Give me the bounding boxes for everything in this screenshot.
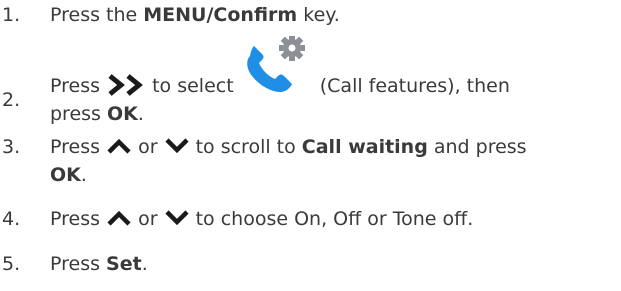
ok-key-label: OK bbox=[106, 103, 138, 125]
step-text-part: and press bbox=[427, 136, 527, 158]
step-text-part: to choose On, Off or Tone off. bbox=[189, 208, 474, 230]
set-key-label: Set bbox=[106, 253, 142, 275]
step-text-part: Press bbox=[50, 136, 107, 158]
step-text-part: . bbox=[141, 253, 148, 275]
step-text-part: to select bbox=[146, 75, 240, 97]
step-text-part: . bbox=[137, 103, 144, 125]
step-text-part: (Call features), then bbox=[313, 75, 510, 97]
step-text-part: . bbox=[80, 164, 87, 186]
step-text-part: Press the bbox=[50, 4, 144, 26]
step-text-part: Press bbox=[50, 75, 107, 97]
step-text-part: or bbox=[132, 208, 164, 230]
step-text-part: Press bbox=[50, 253, 107, 275]
step-text-line2: OK. bbox=[50, 164, 87, 186]
step-text-line2: press OK. bbox=[50, 103, 144, 125]
chevron-down-icon bbox=[164, 137, 190, 155]
step-number: 1. bbox=[2, 4, 21, 26]
menu-confirm-key-label: MENU/Confirm bbox=[143, 4, 298, 26]
step-text-part: key. bbox=[297, 4, 340, 26]
ok-key-label: OK bbox=[50, 164, 81, 186]
call-waiting-label: Call waiting bbox=[301, 136, 428, 158]
step-text: Press or to choose On, Off or Tone off. bbox=[50, 208, 473, 230]
step-text-part: press bbox=[50, 103, 107, 125]
double-chevron-right-icon bbox=[106, 73, 146, 97]
step-number: 3. bbox=[2, 136, 21, 158]
step-number: 4. bbox=[2, 208, 21, 230]
step-text: Press Set. bbox=[50, 253, 148, 275]
step-text: Press or to scroll to Call waiting and p… bbox=[50, 136, 527, 158]
call-features-icon bbox=[240, 35, 314, 94]
step-text: Press the MENU/Confirm key. bbox=[50, 4, 340, 26]
chevron-up-icon bbox=[106, 209, 132, 227]
chevron-up-icon bbox=[106, 137, 132, 155]
step-text-part: to scroll to bbox=[189, 136, 302, 158]
step-text: Press to select (Call features), then bbox=[50, 35, 510, 97]
step-text-part: or bbox=[132, 136, 164, 158]
step-text-part: Press bbox=[50, 208, 107, 230]
step-number: 5. bbox=[2, 253, 21, 275]
step-number: 2. bbox=[2, 89, 21, 111]
chevron-down-icon bbox=[164, 209, 190, 227]
